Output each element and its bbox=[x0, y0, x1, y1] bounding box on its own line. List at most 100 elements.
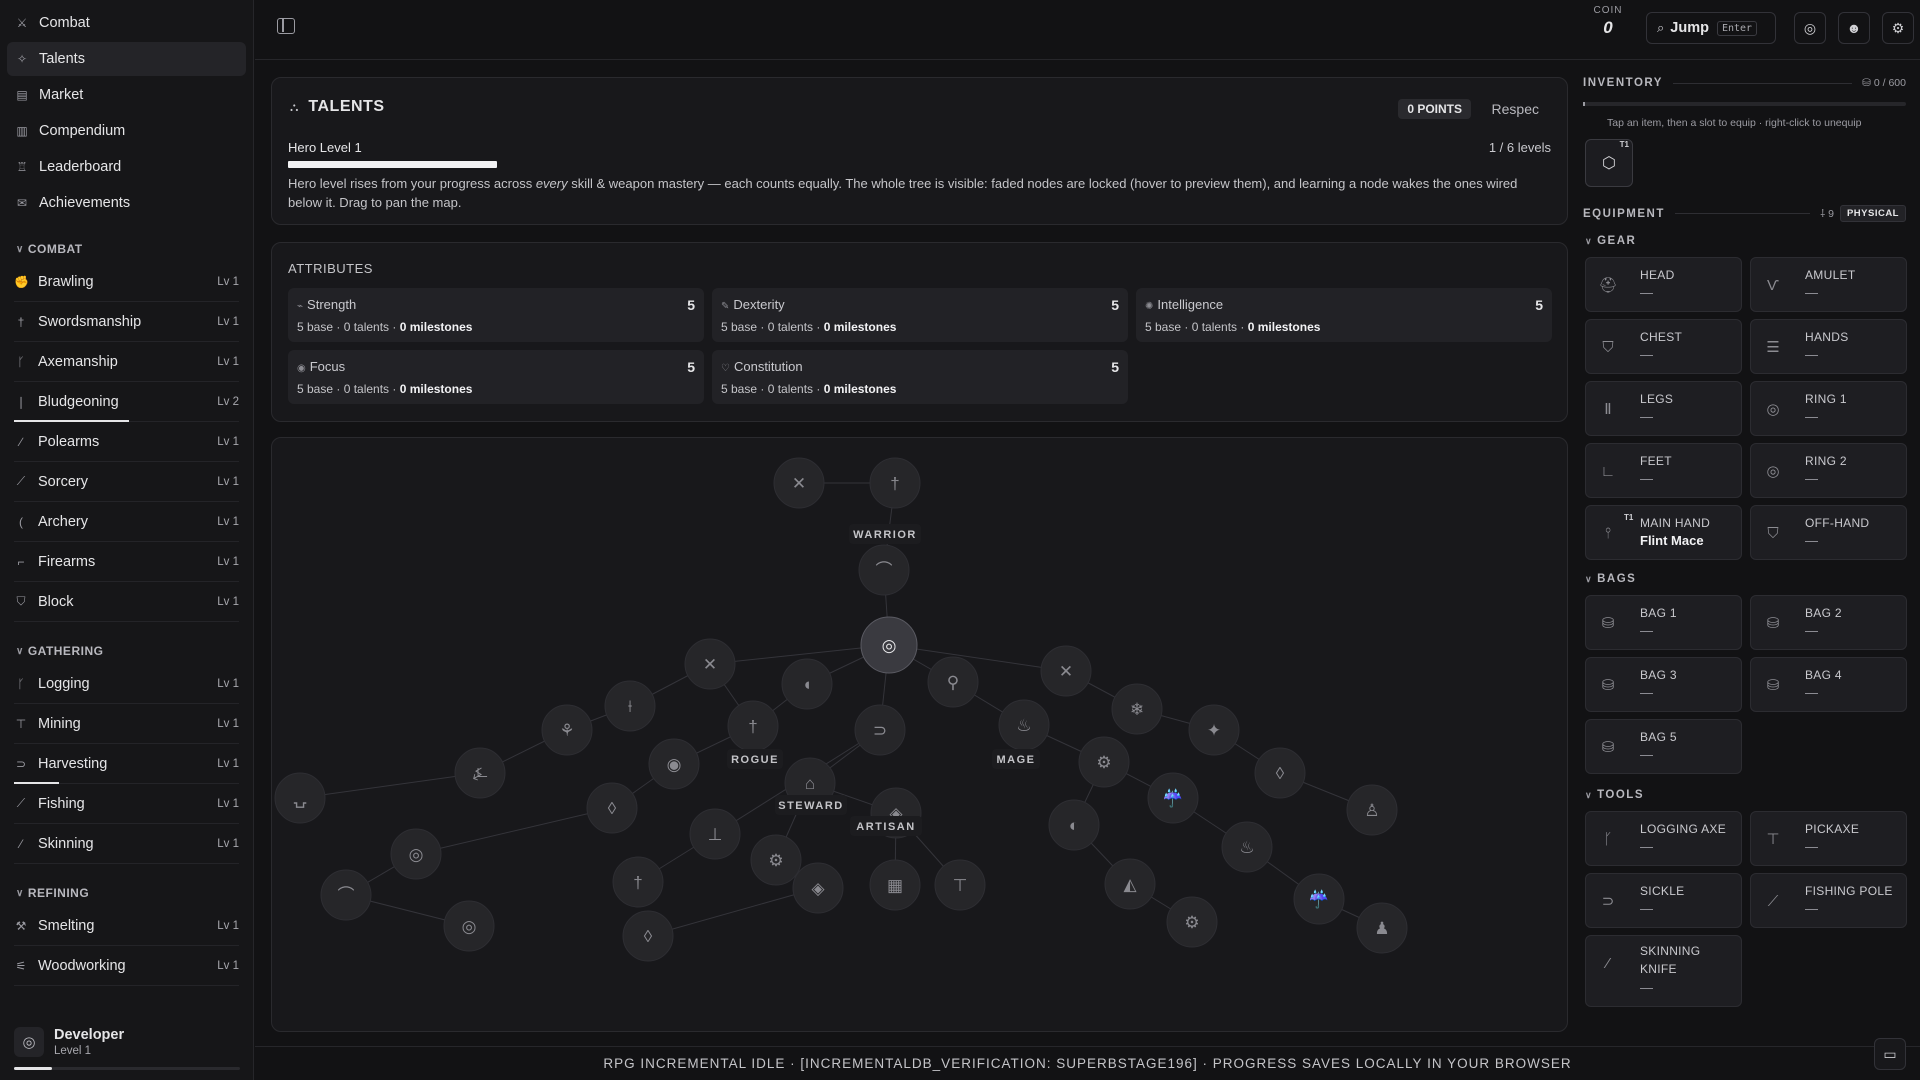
talent-node[interactable]: ♟ bbox=[1356, 902, 1408, 954]
talent-node[interactable]: ✕ bbox=[1040, 645, 1092, 697]
discord-button[interactable]: ☻ bbox=[1838, 12, 1870, 44]
talent-node[interactable]: ◊ bbox=[1254, 747, 1306, 799]
skill-firearms[interactable]: ⌐ Firearms Lv 1 bbox=[14, 542, 239, 582]
talent-node[interactable]: ✕ bbox=[684, 638, 736, 690]
talent-node[interactable]: ◐ bbox=[1048, 799, 1100, 851]
talent-node[interactable]: ◉ bbox=[648, 738, 700, 790]
talent-tree-map[interactable]: ✕ † ⌒ ◎ ✕ ◖ ⚲ ✕ ⟊ ⚘ ⍼ ◉ † ⊃ ♨ ❄ ✦ ⍽ ◊ ⊥ ⌂ ◈ ⚙ ☔ ◊ ♙ ◎ † ⚙ ◈ ▦ ⊤ ◐ ♨ ◭ ☔ ⌒ ⚙ ◎ ◊… bbox=[271, 437, 1568, 1032]
slot-chest[interactable]: ⛉ CHEST — bbox=[1585, 319, 1742, 374]
slot-ring-1[interactable]: ◎ RING 1 — bbox=[1750, 381, 1907, 436]
nav-item-leaderboard[interactable]: ♖ Leaderboard bbox=[7, 150, 246, 184]
talent-node[interactable]: ◊ bbox=[622, 910, 674, 962]
talent-node[interactable]: ⚙ bbox=[750, 834, 802, 886]
nav-item-market[interactable]: ▤ Market bbox=[7, 78, 246, 112]
chat-button[interactable]: ▭ bbox=[1874, 1038, 1906, 1070]
skill-smelting[interactable]: ⚒ Smelting Lv 1 bbox=[14, 906, 239, 946]
slot-off-hand[interactable]: ⛉ OFF-HAND — bbox=[1750, 505, 1907, 560]
skill-swordsmanship[interactable]: † Swordsmanship Lv 1 bbox=[14, 302, 239, 342]
talent-node[interactable]: ⊃ bbox=[854, 704, 906, 756]
slot-feet[interactable]: ∟ FEET — bbox=[1585, 443, 1742, 498]
talent-node[interactable]: † bbox=[727, 700, 779, 752]
slot-bag-5[interactable]: ⛁ BAG 5 — bbox=[1585, 719, 1742, 774]
slot-sickle[interactable]: ⊃ SICKLE — bbox=[1585, 873, 1742, 928]
talent-node[interactable]: ⚲ bbox=[927, 656, 979, 708]
bags-section-toggle[interactable]: ∨ BAGS bbox=[1585, 573, 1636, 585]
inventory-slot[interactable]: ⬡ T1 bbox=[1585, 139, 1633, 187]
sidebar-toggle-icon[interactable] bbox=[277, 18, 295, 34]
slot-bag-2[interactable]: ⛁ BAG 2 — bbox=[1750, 595, 1907, 650]
skill-level: Lv 1 bbox=[217, 837, 239, 850]
nav-item-combat[interactable]: ⚔ Combat bbox=[7, 6, 246, 40]
steam-button[interactable]: ◎ bbox=[1794, 12, 1826, 44]
talent-node[interactable]: ⚙ bbox=[1166, 896, 1218, 948]
nav-item-talents[interactable]: ✧ Talents bbox=[7, 42, 246, 76]
slot-fishing-pole[interactable]: ⟋ FISHING POLE — bbox=[1750, 873, 1907, 928]
talent-node[interactable]: ◎ bbox=[443, 900, 495, 952]
skill-bludgeoning[interactable]: ❘ Bludgeoning Lv 2 bbox=[14, 382, 239, 422]
slot-amulet[interactable]: Ѵ AMULET — bbox=[1750, 257, 1907, 312]
talent-node[interactable]: ⍽ bbox=[274, 772, 326, 824]
skill-skinning[interactable]: ⁄ Skinning Lv 1 bbox=[14, 824, 239, 864]
talent-node[interactable]: ♨ bbox=[1221, 821, 1273, 873]
slot-bag-4[interactable]: ⛁ BAG 4 — bbox=[1750, 657, 1907, 712]
slot-legs[interactable]: Ⅱ LEGS — bbox=[1585, 381, 1742, 436]
slot-ring-2[interactable]: ◎ RING 2 — bbox=[1750, 443, 1907, 498]
talent-node[interactable]: ◊ bbox=[586, 782, 638, 834]
slot-hands[interactable]: ☰ HANDS — bbox=[1750, 319, 1907, 374]
skill-archery[interactable]: (Archery Lv 1 bbox=[14, 502, 239, 542]
skill-woodworking[interactable]: ⚟ Woodworking Lv 1 bbox=[14, 946, 239, 986]
skill-axemanship[interactable]: ᚴ Axemanship Lv 1 bbox=[14, 342, 239, 382]
nav-item-compendium[interactable]: ▥ Compendium bbox=[7, 114, 246, 148]
skill-sorcery[interactable]: ⟋ Sorcery Lv 1 bbox=[14, 462, 239, 502]
tools-section-toggle[interactable]: ∨ TOOLS bbox=[1585, 789, 1644, 801]
talent-node[interactable]: ◎ bbox=[390, 828, 442, 880]
talent-node[interactable]: ♙ bbox=[1346, 784, 1398, 836]
slot-skinning-knife[interactable]: ⁄ SKINNING KNIFE — bbox=[1585, 935, 1742, 1007]
settings-button[interactable]: ⚙ bbox=[1882, 12, 1914, 44]
talent-node[interactable]: ◖ bbox=[781, 658, 833, 710]
slot-bag-1[interactable]: ⛁ BAG 1 — bbox=[1585, 595, 1742, 650]
nav-item-achievements[interactable]: ✉ Achievements bbox=[7, 186, 246, 220]
skill-polearms[interactable]: ∕ Polearms Lv 1 bbox=[14, 422, 239, 462]
skill-mining[interactable]: ⊤ Mining Lv 1 bbox=[14, 704, 239, 744]
gear-section-toggle[interactable]: ∨ GEAR bbox=[1585, 235, 1636, 247]
talents-description: Hero level rises from your progress acro… bbox=[288, 176, 1518, 210]
talent-node[interactable]: ⌒ bbox=[320, 869, 372, 921]
slot-pickaxe[interactable]: ⊤ PICKAXE — bbox=[1750, 811, 1907, 866]
respec-button[interactable]: Respec bbox=[1492, 101, 1539, 117]
skill-harvesting[interactable]: ⊃ Harvesting Lv 1 bbox=[14, 744, 239, 784]
talent-node[interactable]: ◭ bbox=[1104, 858, 1156, 910]
skill-fishing[interactable]: ⟋ Fishing Lv 1 bbox=[14, 784, 239, 824]
talent-node[interactable]: ⌒ bbox=[858, 544, 910, 596]
talent-node[interactable]: ☔ bbox=[1293, 873, 1345, 925]
slot-main-hand[interactable]: ⫯ T1 MAIN HAND Flint Mace bbox=[1585, 505, 1742, 560]
talent-node[interactable]: ⟊ bbox=[604, 680, 656, 732]
talent-node[interactable]: ▦ bbox=[869, 859, 921, 911]
talent-node[interactable]: ⚙ bbox=[1078, 736, 1130, 788]
talent-node[interactable]: ◈ bbox=[792, 862, 844, 914]
talent-node[interactable]: ⊥ bbox=[689, 808, 741, 860]
group-refining-toggle[interactable]: ∨ REFINING bbox=[16, 886, 253, 900]
profile[interactable]: ◎ Developer Level 1 bbox=[14, 1027, 240, 1070]
group-gathering-toggle[interactable]: ∨ GATHERING bbox=[16, 644, 253, 658]
slot-logging-axe[interactable]: ᚴ LOGGING AXE — bbox=[1585, 811, 1742, 866]
talent-node[interactable]: ☔ bbox=[1147, 772, 1199, 824]
talent-node[interactable]: ✕ bbox=[773, 457, 825, 509]
talent-node[interactable]: ⚘ bbox=[541, 704, 593, 756]
slot-head[interactable]: ⛑ HEAD — bbox=[1585, 257, 1742, 312]
slot-bag-3[interactable]: ⛁ BAG 3 — bbox=[1585, 657, 1742, 712]
group-combat-toggle[interactable]: ∨ COMBAT bbox=[16, 242, 253, 256]
talent-node[interactable]: ♨ bbox=[998, 699, 1050, 751]
talent-node[interactable]: ❄ bbox=[1111, 683, 1163, 735]
talent-node[interactable]: ✦ bbox=[1188, 704, 1240, 756]
skill-logging[interactable]: ᚴ Logging Lv 1 bbox=[14, 664, 239, 704]
talent-node[interactable]: † bbox=[869, 457, 921, 509]
talent-node[interactable]: ⊤ bbox=[934, 859, 986, 911]
talent-node[interactable]: † bbox=[612, 856, 664, 908]
skill-brawling[interactable]: ✊ Brawling Lv 1 bbox=[14, 262, 239, 302]
talent-node[interactable]: ⍼ bbox=[454, 747, 506, 799]
talent-tree-canvas[interactable]: ✕ †⌒◎✕◖ ⚲✕⟊⚘⍼ ◉† ⊃ ♨❄✦⍽◊⊥⌂◈⚙☔◊♙◎†⚙◈ ▦ ⊤◐♨◭☔⌒⚙◎◊… bbox=[272, 438, 1568, 1032]
tree-root-node[interactable]: ◎ bbox=[860, 616, 918, 674]
jump-search-button[interactable]: ⌕ Jump Enter bbox=[1646, 12, 1776, 44]
skill-block[interactable]: ⛉ Block Lv 1 bbox=[14, 582, 239, 622]
